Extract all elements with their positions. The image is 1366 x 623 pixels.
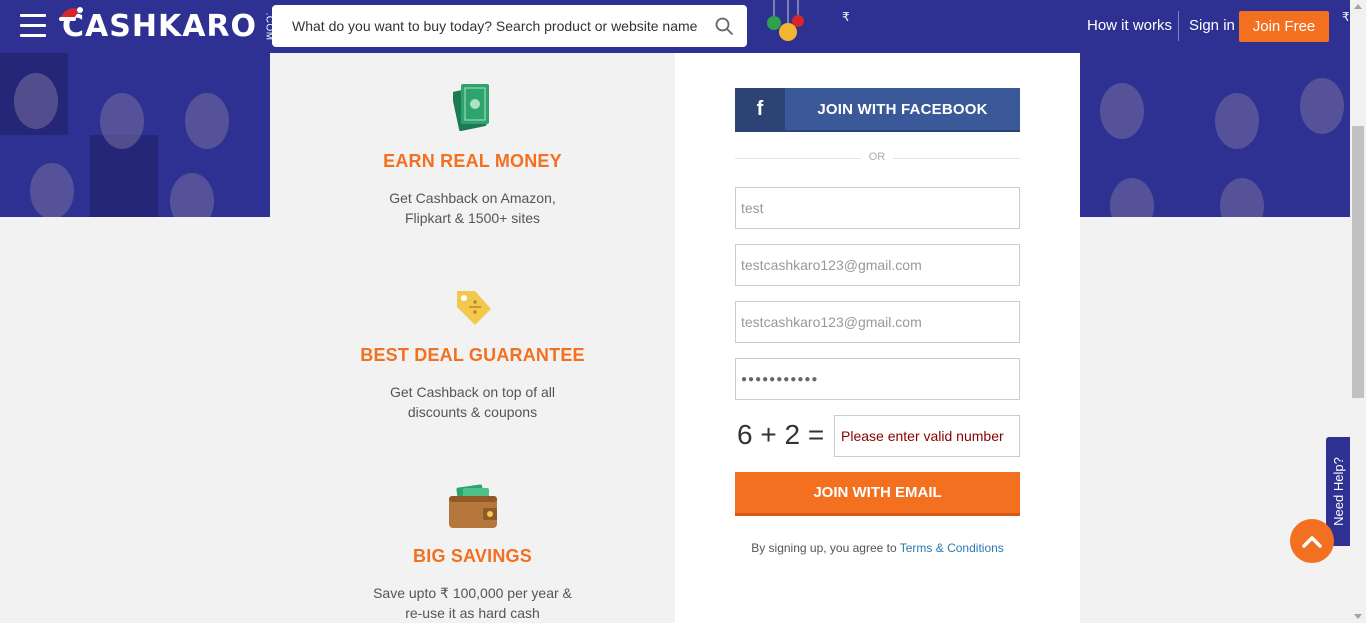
feature-title: EARN REAL MONEY bbox=[383, 151, 562, 171]
name-field[interactable] bbox=[735, 187, 1020, 229]
rupee-symbol: ₹ bbox=[842, 10, 850, 24]
feature-title: BEST DEAL GUARANTEE bbox=[360, 345, 585, 365]
scroll-to-top-button[interactable] bbox=[1290, 519, 1334, 563]
top-header: CASHKARO .COM ₹ How it works Sign in Joi… bbox=[0, 0, 1350, 53]
money-icon bbox=[452, 84, 489, 132]
scrollbar-thumb[interactable] bbox=[1352, 126, 1364, 398]
facebook-button-label: JOIN WITH FACEBOOK bbox=[817, 100, 988, 118]
chevron-up-icon bbox=[1302, 536, 1322, 548]
facebook-icon: f bbox=[735, 88, 785, 130]
feature-description: Get Cashback on top of all discounts & c… bbox=[390, 384, 555, 420]
captcha-field[interactable] bbox=[834, 415, 1020, 457]
scroll-down-icon[interactable] bbox=[1354, 614, 1362, 619]
sign-in-link[interactable]: Sign in bbox=[1189, 17, 1235, 34]
wallet-icon bbox=[448, 484, 497, 528]
menu-icon[interactable] bbox=[20, 14, 46, 38]
feature-best-deal: BEST DEAL GUARANTEE Get Cashback on top … bbox=[270, 287, 675, 422]
price-tag-icon bbox=[456, 291, 491, 325]
terms-link[interactable]: Terms & Conditions bbox=[900, 541, 1004, 555]
how-it-works-link[interactable]: How it works bbox=[1087, 17, 1172, 34]
feature-earn-money: EARN REAL MONEY Get Cashback on Amazon, … bbox=[270, 81, 675, 228]
scroll-up-icon[interactable] bbox=[1354, 4, 1362, 9]
join-with-email-button[interactable]: JOIN WITH EMAIL bbox=[735, 472, 1020, 516]
search-bar bbox=[272, 5, 747, 47]
terms-text: By signing up, you agree to Terms & Cond… bbox=[751, 541, 1004, 555]
feature-description: Get Cashback on Amazon, Flipkart & 1500+… bbox=[389, 190, 556, 226]
captcha-question: 6 + 2 = bbox=[737, 419, 825, 450]
feature-title: BIG SAVINGS bbox=[413, 546, 532, 566]
or-label: OR bbox=[861, 151, 893, 163]
search-icon[interactable] bbox=[715, 17, 733, 35]
signup-form: f JOIN WITH FACEBOOK OR 6 + 2 = JOIN WIT… bbox=[675, 53, 1080, 623]
search-input[interactable] bbox=[292, 18, 702, 34]
signup-panel: EARN REAL MONEY Get Cashback on Amazon, … bbox=[270, 53, 1080, 623]
rupee-symbol-right: ₹ bbox=[1342, 10, 1350, 24]
email-field[interactable] bbox=[735, 244, 1020, 286]
join-with-facebook-button[interactable]: f JOIN WITH FACEBOOK bbox=[735, 88, 1020, 132]
benefits-column: EARN REAL MONEY Get Cashback on Amazon, … bbox=[270, 53, 675, 623]
nav-divider bbox=[1178, 11, 1179, 41]
join-free-button[interactable]: Join Free bbox=[1239, 11, 1329, 42]
christmas-ornaments-icon bbox=[767, 0, 804, 41]
feature-big-savings: BIG SAVINGS Save upto ₹ 100,000 per year… bbox=[270, 484, 675, 623]
santa-hat-icon bbox=[59, 7, 83, 21]
feature-description: Save upto ₹ 100,000 per year & re-use it… bbox=[373, 585, 572, 621]
need-help-label: Need Help? bbox=[1330, 457, 1346, 526]
cashkaro-logo[interactable]: CASHKARO .COM bbox=[59, 6, 283, 46]
confirm-email-field[interactable] bbox=[735, 301, 1020, 343]
logo-text: CASHKARO bbox=[62, 8, 258, 44]
page-scrollbar[interactable] bbox=[1350, 0, 1366, 623]
password-field[interactable] bbox=[735, 358, 1020, 400]
